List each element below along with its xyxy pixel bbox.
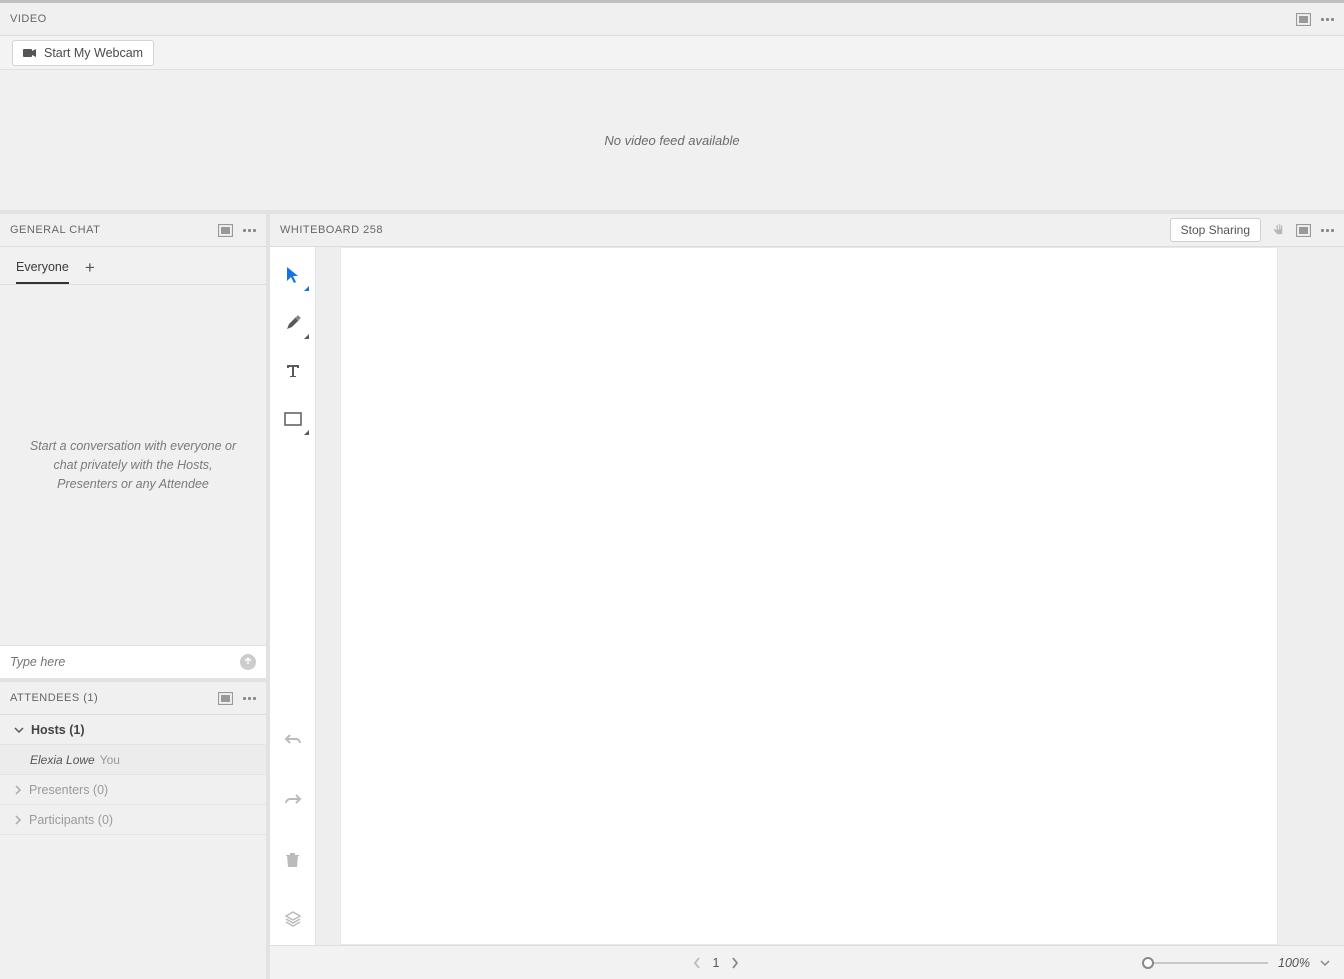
attendee-you-label: You bbox=[100, 753, 120, 767]
attendees-body: Hosts (1) Elexia Lowe You Presenters (0)… bbox=[0, 715, 266, 979]
webcam-icon bbox=[23, 48, 37, 58]
more-icon[interactable] bbox=[1321, 229, 1334, 232]
chat-title: GENERAL CHAT bbox=[10, 224, 100, 236]
chevron-right-icon bbox=[14, 785, 22, 795]
attendees-header: ATTENDEES (1) bbox=[0, 682, 266, 715]
prev-page-button[interactable] bbox=[693, 957, 701, 969]
video-pod: VIDEO Start My Webcam No video feed avai… bbox=[0, 3, 1344, 214]
whiteboard-canvas-area bbox=[316, 247, 1344, 945]
trash-icon[interactable] bbox=[279, 845, 307, 873]
video-header: VIDEO bbox=[0, 3, 1344, 36]
chat-tab-everyone[interactable]: Everyone bbox=[16, 260, 69, 284]
whiteboard-header: WHITEBOARD 258 Stop Sharing bbox=[270, 214, 1344, 247]
whiteboard-pod: WHITEBOARD 258 Stop Sharing bbox=[270, 214, 1344, 979]
hand-icon[interactable] bbox=[1271, 223, 1286, 238]
zoom-slider[interactable] bbox=[1148, 962, 1268, 964]
whiteboard-title: WHITEBOARD 258 bbox=[280, 224, 383, 236]
start-webcam-label: Start My Webcam bbox=[44, 46, 143, 60]
attendees-title: ATTENDEES (1) bbox=[10, 692, 98, 704]
attendee-name: Elexia Lowe bbox=[30, 753, 95, 767]
redo-icon[interactable] bbox=[279, 785, 307, 813]
zoom-control: 100% bbox=[1148, 956, 1330, 970]
chat-pod: GENERAL CHAT Everyone + Start a conversa… bbox=[0, 214, 266, 682]
chat-tabs: Everyone + bbox=[0, 247, 266, 285]
fullscreen-icon[interactable] bbox=[218, 224, 233, 237]
chat-header: GENERAL CHAT bbox=[0, 214, 266, 247]
chat-input[interactable] bbox=[10, 655, 232, 669]
page-number: 1 bbox=[713, 956, 720, 970]
next-page-button[interactable] bbox=[731, 957, 739, 969]
fullscreen-icon[interactable] bbox=[1296, 13, 1311, 26]
video-body: No video feed available bbox=[0, 70, 1344, 210]
chat-placeholder-text: Start a conversation with everyone or ch… bbox=[24, 437, 242, 494]
no-video-message: No video feed available bbox=[604, 133, 739, 148]
attendees-group-presenters[interactable]: Presenters (0) bbox=[0, 775, 266, 805]
start-webcam-button[interactable]: Start My Webcam bbox=[12, 40, 154, 66]
marker-tool[interactable] bbox=[279, 309, 307, 337]
chevron-down-icon bbox=[14, 726, 24, 734]
whiteboard-footer: 1 100% bbox=[270, 945, 1344, 979]
attendees-group-hosts[interactable]: Hosts (1) bbox=[0, 715, 266, 745]
text-tool[interactable] bbox=[279, 357, 307, 385]
video-toolbar: Start My Webcam bbox=[0, 36, 1344, 70]
add-chat-tab-button[interactable]: + bbox=[85, 258, 95, 284]
stop-sharing-button[interactable]: Stop Sharing bbox=[1170, 218, 1261, 242]
more-icon[interactable] bbox=[1321, 18, 1334, 21]
video-title: VIDEO bbox=[10, 13, 47, 25]
zoom-label: 100% bbox=[1278, 956, 1310, 970]
more-icon[interactable] bbox=[243, 697, 256, 700]
layers-icon[interactable] bbox=[279, 905, 307, 933]
rectangle-tool[interactable] bbox=[279, 405, 307, 433]
undo-icon[interactable] bbox=[279, 725, 307, 753]
pointer-tool[interactable] bbox=[279, 261, 307, 289]
attendees-pod: ATTENDEES (1) Hosts (1) Elexia bbox=[0, 682, 266, 979]
attendee-row-self[interactable]: Elexia Lowe You bbox=[0, 745, 266, 775]
whiteboard-canvas[interactable] bbox=[340, 247, 1278, 945]
fullscreen-icon[interactable] bbox=[1296, 224, 1311, 237]
whiteboard-pager: 1 bbox=[284, 956, 1148, 970]
chat-input-row bbox=[0, 645, 266, 678]
zoom-dropdown[interactable] bbox=[1320, 959, 1330, 967]
chevron-right-icon bbox=[14, 815, 22, 825]
send-icon[interactable] bbox=[240, 654, 256, 670]
whiteboard-toolbar bbox=[270, 247, 316, 945]
more-icon[interactable] bbox=[243, 229, 256, 232]
chat-body: Start a conversation with everyone or ch… bbox=[0, 285, 266, 645]
attendees-group-participants[interactable]: Participants (0) bbox=[0, 805, 266, 835]
fullscreen-icon[interactable] bbox=[218, 692, 233, 705]
